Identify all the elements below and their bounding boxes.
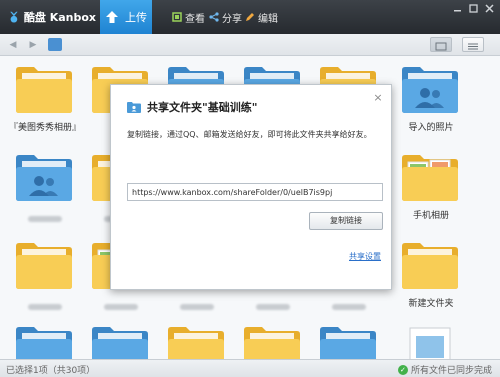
- pencil-icon: [246, 13, 254, 21]
- edit-action[interactable]: 编辑: [245, 10, 278, 25]
- folder-icon: [244, 327, 300, 359]
- thumbnail-view-button[interactable]: [430, 37, 452, 52]
- forward-arrow-icon[interactable]: ▶: [28, 39, 38, 51]
- obscured-file-label: [104, 304, 138, 310]
- file-label: 新建文件夹: [408, 299, 454, 309]
- folder-icon: [168, 327, 224, 359]
- edit-label: 编辑: [258, 13, 278, 25]
- folder-icon: [320, 327, 376, 359]
- upload-button[interactable]: 上传: [100, 0, 152, 34]
- shared-folder-icon: [16, 155, 72, 201]
- list-view-icon: [468, 43, 478, 50]
- obscured-file-label: [332, 304, 366, 310]
- share-icon: [209, 12, 219, 22]
- title-bar: 酷盘 Kanbox 上传 查看 分享 编辑: [0, 0, 500, 34]
- share-link-field[interactable]: [127, 183, 383, 201]
- selection-status: 已选择1项（共30项）: [6, 366, 96, 376]
- thumbnail-view-icon: [435, 42, 447, 51]
- status-bar: 已选择1项（共30项） ✓ 所有文件已同步完成: [0, 359, 500, 377]
- folder-icon: [16, 327, 72, 359]
- list-view-button[interactable]: [462, 37, 484, 52]
- file-label: 手机相册: [412, 211, 449, 221]
- close-icon[interactable]: ×: [373, 92, 383, 103]
- view-action[interactable]: 查看: [172, 10, 205, 25]
- upload-arrow-icon: [106, 11, 118, 23]
- sync-status: ✓ 所有文件已同步完成: [397, 363, 492, 376]
- folder-icon: [16, 243, 72, 289]
- kanbox-path-icon[interactable]: [48, 38, 62, 51]
- maximize-icon[interactable]: [468, 3, 479, 14]
- share-folder-dialog: 共享文件夹"基础训练" × 复制链接，通过QQ、邮箱发送给好友，即可将此文件夹共…: [110, 84, 392, 290]
- dialog-description: 复制链接，通过QQ、邮箱发送给好友，即可将此文件夹共享给好友。: [127, 130, 372, 139]
- app-logo: 酷盘 Kanbox: [8, 7, 96, 27]
- dialog-title: 共享文件夹"基础训练": [147, 101, 258, 114]
- shared-folder-icon: [402, 67, 458, 113]
- photo-folder-icon: [402, 155, 458, 201]
- kanbox-logo-icon: [10, 11, 18, 23]
- app-file-icon: [409, 327, 451, 359]
- shared-folder-icon: [127, 102, 141, 113]
- back-arrow-icon[interactable]: ◀: [8, 39, 18, 51]
- folder-icon: [16, 67, 72, 113]
- share-settings-link[interactable]: 共享设置: [349, 251, 381, 262]
- file-label: 导入的照片: [408, 123, 454, 133]
- obscured-file-label: [28, 216, 62, 222]
- share-label: 分享: [222, 13, 242, 25]
- sync-status-text: 所有文件已同步完成: [410, 366, 492, 376]
- upload-label: 上传: [125, 11, 147, 24]
- file-label: 『美图秀秀相册』: [8, 123, 81, 133]
- obscured-file-label: [180, 304, 214, 310]
- sync-check-icon: ✓: [397, 364, 408, 375]
- minimize-icon[interactable]: [452, 3, 463, 14]
- navigation-toolbar: ◀ ▶: [0, 34, 500, 56]
- share-action[interactable]: 分享: [209, 10, 242, 25]
- dialog-title-row: 共享文件夹"基础训练": [127, 99, 257, 115]
- window-close-icon[interactable]: [484, 3, 495, 14]
- app-name: 酷盘 Kanbox: [23, 11, 96, 24]
- copy-link-button[interactable]: 复制链接: [309, 212, 383, 230]
- obscured-file-label: [28, 304, 62, 310]
- view-icon: [172, 12, 182, 22]
- folder-icon: [92, 327, 148, 359]
- view-label: 查看: [185, 13, 205, 25]
- obscured-file-label: [256, 304, 290, 310]
- folder-icon: [402, 243, 458, 289]
